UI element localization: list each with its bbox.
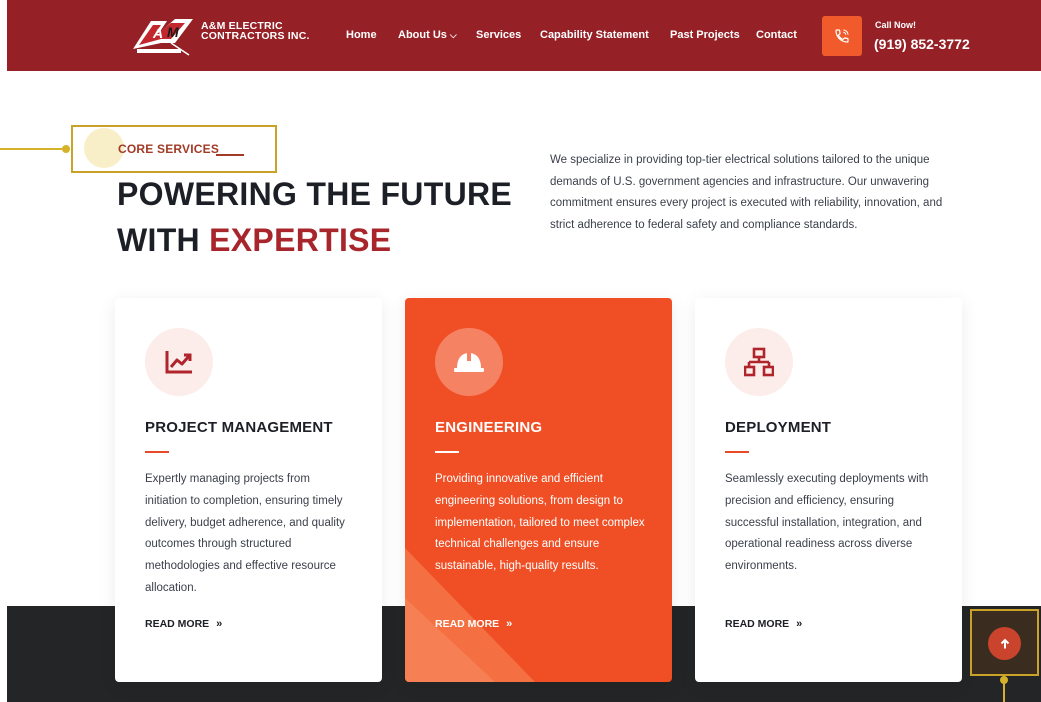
card-rule bbox=[725, 451, 749, 453]
svg-text:M: M bbox=[167, 24, 179, 40]
back-to-top-button[interactable] bbox=[988, 627, 1021, 660]
logo-text: A&M ELECTRIC CONTRACTORS INC. bbox=[201, 21, 310, 42]
service-card-engineering[interactable]: ENGINEERING Providing innovative and eff… bbox=[405, 298, 672, 682]
read-more-link[interactable]: READ MORE » bbox=[145, 618, 222, 630]
double-chevron-right-icon: » bbox=[506, 618, 513, 630]
call-phone-number[interactable]: (919) 852-3772 bbox=[874, 36, 970, 52]
phone-icon bbox=[835, 29, 849, 43]
company-logo[interactable]: A M A&M ELECTRIC CONTRACTORS INC. bbox=[131, 13, 311, 57]
logo-mark-icon: A M bbox=[133, 19, 193, 56]
nav-about-us-label: About Us bbox=[398, 29, 447, 41]
nav-contact[interactable]: Contact bbox=[756, 29, 797, 41]
section-tag: CORE SERVICES bbox=[118, 142, 220, 156]
read-more-label: READ MORE bbox=[725, 618, 790, 630]
service-card-project-management[interactable]: PROJECT MANAGEMENT Expertly managing pro… bbox=[115, 298, 382, 682]
arrow-up-icon bbox=[1000, 638, 1009, 648]
headline-prefix: WITH bbox=[117, 222, 210, 258]
card-text: Expertly managing projects from initiati… bbox=[145, 473, 345, 594]
double-chevron-right-icon: » bbox=[796, 618, 803, 630]
section-tag-rule bbox=[216, 154, 244, 156]
card-title: PROJECT MANAGEMENT bbox=[145, 419, 333, 436]
icon-circle bbox=[145, 328, 213, 396]
read-more-link[interactable]: READ MORE » bbox=[435, 618, 512, 630]
read-more-label: READ MORE bbox=[435, 618, 500, 630]
card-title: DEPLOYMENT bbox=[725, 419, 832, 436]
site-header: A M A&M ELECTRIC CONTRACTORS INC. Home A… bbox=[7, 0, 1041, 71]
page: A M A&M ELECTRIC CONTRACTORS INC. Home A… bbox=[0, 0, 1041, 702]
annotation-line-left bbox=[0, 148, 66, 150]
svg-text:A: A bbox=[152, 25, 163, 41]
card-text: Seamlessly executing deployments with pr… bbox=[725, 473, 929, 573]
logo-subtitle: CONTRACTORS INC. bbox=[201, 30, 310, 42]
headline-line-2: WITH EXPERTISE bbox=[117, 217, 512, 263]
annotation-dot-left bbox=[62, 145, 70, 153]
section-headline: POWERING THE FUTURE WITH EXPERTISE bbox=[117, 171, 512, 263]
icon-circle bbox=[725, 328, 793, 396]
headline-line-1: POWERING THE FUTURE bbox=[117, 176, 513, 212]
network-icon bbox=[744, 347, 774, 377]
icon-circle bbox=[435, 328, 503, 396]
call-button[interactable] bbox=[822, 16, 862, 56]
read-more-label: READ MORE bbox=[145, 618, 210, 630]
nav-capability-statement[interactable]: Capability Statement bbox=[540, 29, 649, 41]
service-card-deployment[interactable]: DEPLOYMENT Seamlessly executing deployme… bbox=[695, 298, 962, 682]
double-chevron-right-icon: » bbox=[216, 618, 223, 630]
nav-past-projects[interactable]: Past Projects bbox=[670, 29, 740, 41]
card-rule bbox=[145, 451, 169, 453]
nav-about-us[interactable]: About Us ⌵ bbox=[398, 29, 457, 41]
read-more-link[interactable]: READ MORE » bbox=[725, 618, 802, 630]
headline-accent: EXPERTISE bbox=[209, 222, 392, 258]
chevron-down-icon: ⌵ bbox=[449, 30, 457, 40]
nav-home[interactable]: Home bbox=[346, 29, 377, 41]
nav-services[interactable]: Services bbox=[476, 29, 521, 41]
chart-trend-icon bbox=[165, 351, 192, 374]
card-title: ENGINEERING bbox=[435, 419, 543, 436]
card-text: Providing innovative and efficient engin… bbox=[435, 473, 645, 573]
section-description: We specialize in providing top-tier elec… bbox=[550, 154, 943, 231]
hard-hat-icon bbox=[454, 351, 484, 372]
annotation-dot-right bbox=[1000, 676, 1008, 684]
card-rule bbox=[435, 451, 459, 453]
call-now-label: Call Now! bbox=[875, 20, 917, 30]
